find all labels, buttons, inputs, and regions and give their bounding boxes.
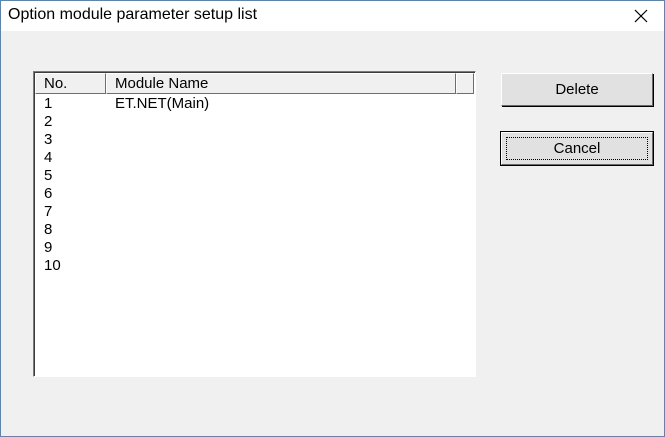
row-number: 7 (44, 203, 53, 220)
window-title: Option module parameter setup list (8, 6, 258, 23)
list-row[interactable]: 4 (35, 149, 474, 167)
row-number: 5 (44, 167, 53, 184)
close-icon (634, 9, 648, 23)
cancel-button-label: Cancel (553, 140, 601, 157)
row-module-name (106, 221, 115, 239)
list-row[interactable]: 3 (35, 131, 474, 149)
row-number: 9 (44, 239, 53, 256)
row-module-name (106, 167, 115, 185)
cancel-button[interactable]: Cancel (500, 131, 654, 166)
column-header-filler (456, 73, 474, 94)
close-button[interactable] (618, 1, 664, 31)
module-list[interactable]: No. Module Name 1 ET.NET(Main) 2 3 4 5 6 … (33, 71, 476, 377)
row-module-name (106, 131, 115, 149)
list-row[interactable]: 2 (35, 113, 474, 131)
row-module-name (106, 257, 115, 275)
dialog-window: Option module parameter setup list No. M… (0, 0, 665, 437)
row-module-name (106, 239, 115, 257)
row-number: 6 (44, 185, 53, 202)
row-number: 8 (44, 221, 53, 238)
list-rows: 1 ET.NET(Main) 2 3 4 5 6 7 8 9 10 (35, 95, 474, 275)
list-row[interactable]: 6 (35, 185, 474, 203)
list-row[interactable]: 10 (35, 257, 474, 275)
row-number: 2 (44, 113, 53, 130)
list-row[interactable]: 7 (35, 203, 474, 221)
row-module-name (106, 203, 115, 221)
list-row[interactable]: 1 ET.NET(Main) (35, 95, 474, 113)
row-module-name (106, 113, 115, 131)
row-module-name (106, 185, 115, 203)
row-module-name: ET.NET(Main) (115, 95, 210, 112)
row-number: 3 (44, 131, 53, 148)
column-header-module-name[interactable]: Module Name (106, 73, 456, 94)
row-number: 4 (44, 149, 53, 166)
title-bar: Option module parameter setup list (1, 1, 664, 31)
row-module-name (106, 149, 115, 167)
column-header-no[interactable]: No. (35, 73, 106, 94)
list-row[interactable]: 5 (35, 167, 474, 185)
list-row[interactable]: 8 (35, 221, 474, 239)
list-header: No. Module Name (35, 73, 474, 94)
row-number: 1 (44, 95, 53, 112)
list-row[interactable]: 9 (35, 239, 474, 257)
row-number: 10 (44, 257, 61, 274)
delete-button[interactable]: Delete (501, 73, 653, 106)
